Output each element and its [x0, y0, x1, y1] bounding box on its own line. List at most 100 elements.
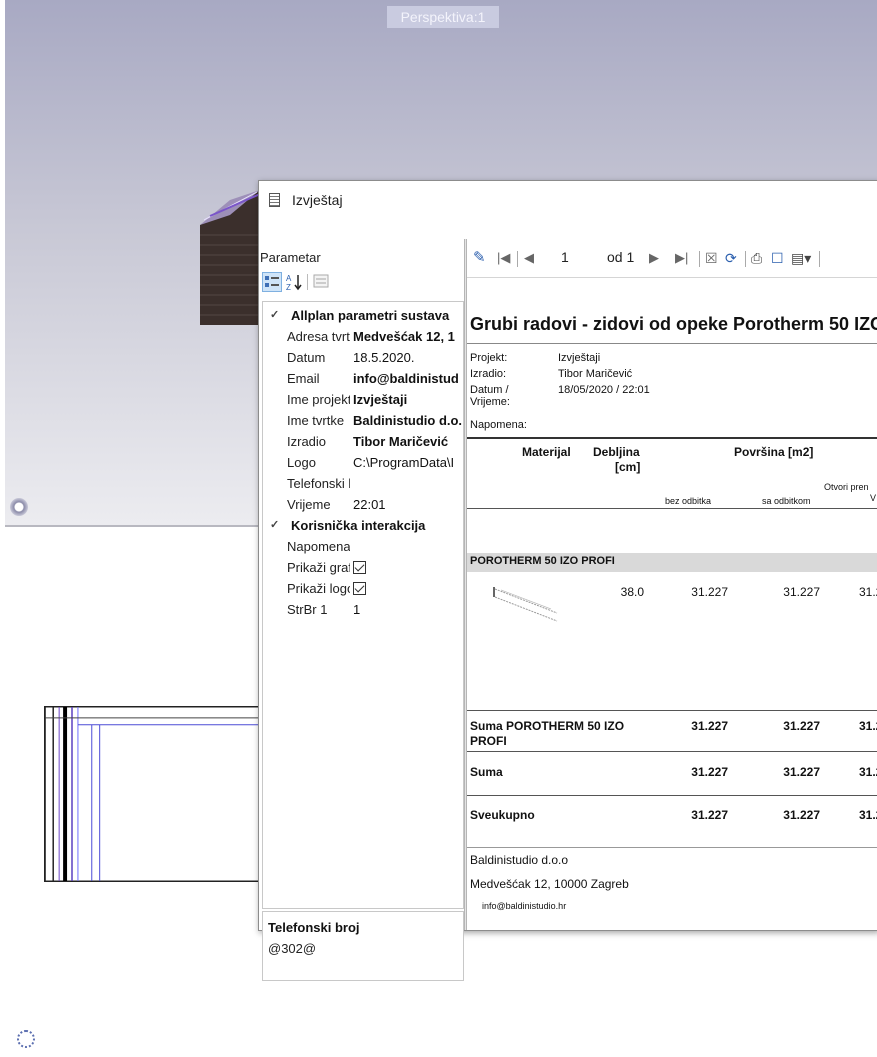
stop-icon[interactable]: ☒ [705, 250, 718, 267]
svg-text:Z: Z [286, 283, 291, 292]
col-materijal: Materijal [522, 445, 571, 459]
property-grid: ✓ Allplan parametri sustava Adresa tvrtk… [262, 301, 464, 909]
prop-row[interactable]: Logo C:\ProgramData\I [263, 452, 463, 473]
chevron-down-icon[interactable]: ✓ [270, 515, 279, 536]
property-pages-icon[interactable] [311, 272, 331, 292]
col-otvori-v: V [870, 493, 877, 503]
report-dialog: Izvještaj Parametar AZ ✓ Allplan paramet… [258, 180, 877, 981]
sort-alphabetical-icon[interactable]: AZ [284, 272, 304, 292]
print-preview-icon[interactable]: ☐ [771, 250, 784, 267]
sveukupno-sa: 31.227 [783, 808, 820, 822]
viewport-label[interactable]: Perspektiva:1 [387, 6, 499, 28]
header-rule [467, 437, 877, 439]
prop-row[interactable]: Datum 18.5.2020. [263, 347, 463, 368]
report-title: Grubi radovi - zidovi od opeke Porotherm… [470, 314, 877, 334]
parameter-title: Parametar [260, 250, 321, 265]
prop-row[interactable]: Telefonski broj [263, 473, 463, 494]
chevron-down-icon[interactable]: ✓ [270, 305, 279, 326]
footer-company: Baldinistudio d.o.o [470, 853, 569, 867]
cell-debljina: 38.0 [620, 585, 644, 599]
wall-3d-model [200, 190, 260, 325]
wall-thumbnail [493, 587, 558, 622]
page-number[interactable]: 1 [561, 249, 569, 265]
prop-row[interactable]: Napomena [263, 536, 463, 557]
col-debljina: Debljina [593, 445, 640, 459]
sum-bez: 31.227 [691, 719, 728, 733]
prop-row[interactable]: Email info@baldinistud [263, 368, 463, 389]
svg-text:A: A [286, 274, 292, 283]
plan-drawing [44, 706, 274, 882]
prop-row[interactable]: Ime projektaIzvještaji [263, 389, 463, 410]
meta-label: Projekt: [470, 352, 508, 364]
suma-label: Suma [470, 765, 503, 779]
category-korisnicka[interactable]: ✓ Korisnička interakcija [263, 515, 463, 536]
footer-email: info@baldinistudio.hr [482, 901, 567, 911]
refresh-icon[interactable]: ⟳ [725, 250, 737, 267]
prev-page-icon[interactable]: ◀ [524, 250, 534, 266]
report-icon [269, 193, 280, 207]
sveukupno-label: Sveukupno [470, 808, 535, 822]
cell-sa-odbitkom: 31.227 [783, 585, 820, 599]
sum-label-cont: PROFI [470, 734, 507, 748]
description-text: @302@ [268, 941, 317, 956]
col-povrsina: Površina [m2] [734, 445, 814, 459]
parameter-panel: Parametar AZ ✓ Allplan parametri sustava… [259, 239, 464, 981]
prop-row[interactable]: Adresa tvrtkeMedvešćak 12, 1 [263, 326, 463, 347]
row-rule [467, 710, 877, 711]
meta-projekt: Izvještaji [558, 352, 601, 364]
print-icon[interactable]: ⎙ [751, 250, 762, 267]
dialog-title: Izvještaj [292, 192, 343, 208]
title-rule [467, 343, 877, 344]
header-bottom-rule [467, 508, 877, 509]
checkbox-prikazi-grafiku[interactable] [353, 561, 366, 574]
navigation-cube-icon-plan[interactable] [17, 1030, 35, 1048]
dialog-titlebar[interactable]: Izvještaj [259, 181, 877, 219]
report-toolbar: ✎ |◀ ◀ 1 od 1 ▶ ▶| ☒ ⟳ ⎙ ☐ ▤▾ [467, 239, 877, 278]
suma-otvori: 31.2 [859, 765, 877, 779]
prop-row[interactable]: Izradio Tibor Maričević [263, 431, 463, 452]
page-count: od 1 [607, 249, 635, 265]
prop-row[interactable]: Ime tvrtke Baldinistudio d.o. [263, 410, 463, 431]
sum-otvori: 31.2 [859, 719, 877, 733]
edit-report-icon[interactable]: ✎ [473, 248, 486, 266]
cell-otvori: 31.2 [859, 585, 877, 599]
sum-label: Suma POROTHERM 50 IZO [470, 719, 625, 733]
prop-row[interactable]: Vrijeme 22:01 [263, 494, 463, 515]
cell-bez-odbitka: 31.227 [691, 585, 728, 599]
col-sa-odbitkom: sa odbitkom [762, 496, 811, 506]
meta-label: Napomena: [470, 419, 527, 431]
categorized-icon[interactable] [262, 272, 282, 292]
last-page-icon[interactable]: ▶| [675, 250, 688, 266]
category-allplan[interactable]: ✓ Allplan parametri sustava [263, 305, 463, 326]
meta-label: Datum / [470, 384, 509, 396]
sveukupno-bez: 31.227 [691, 808, 728, 822]
report-viewer: ✎ |◀ ◀ 1 od 1 ▶ ▶| ☒ ⟳ ⎙ ☐ ▤▾ Grubi rado… [467, 239, 877, 930]
meta-label: Izradio: [470, 368, 507, 380]
prop-row[interactable]: Prikaži grafiku [263, 557, 463, 578]
export-icon[interactable]: ▤▾ [791, 250, 811, 267]
sum-sa: 31.227 [783, 719, 820, 733]
row-rule [467, 751, 877, 752]
prop-row[interactable]: StrBr 11 [263, 599, 463, 620]
prop-row[interactable]: Prikaži logo [263, 578, 463, 599]
row-rule [467, 795, 877, 796]
navigation-cube-icon[interactable] [10, 498, 28, 516]
footer-address: Medvešćak 12, 10000 Zagreb [470, 877, 629, 891]
footer-rule [467, 847, 877, 848]
group-header: POROTHERM 50 IZO PROFI [467, 553, 877, 572]
col-debljina-unit: [cm] [615, 460, 641, 474]
meta-label: Vrijeme: [470, 396, 510, 408]
group-title: POROTHERM 50 IZO PROFI [470, 555, 615, 567]
description-box: Telefonski broj @302@ [262, 911, 464, 981]
description-title: Telefonski broj [268, 920, 360, 935]
sveukupno-otvori: 31.2 [859, 808, 877, 822]
col-bez-odbitka: bez odbitka [665, 496, 712, 506]
suma-bez: 31.227 [691, 765, 728, 779]
col-otvori: Otvori pren [824, 482, 869, 492]
meta-datum: 18/05/2020 / 22:01 [558, 384, 650, 396]
next-page-icon[interactable]: ▶ [649, 250, 659, 266]
first-page-icon[interactable]: |◀ [497, 250, 510, 266]
checkbox-prikazi-logo[interactable] [353, 582, 366, 595]
suma-sa: 31.227 [783, 765, 820, 779]
meta-izradio: Tibor Maričević [558, 368, 633, 380]
